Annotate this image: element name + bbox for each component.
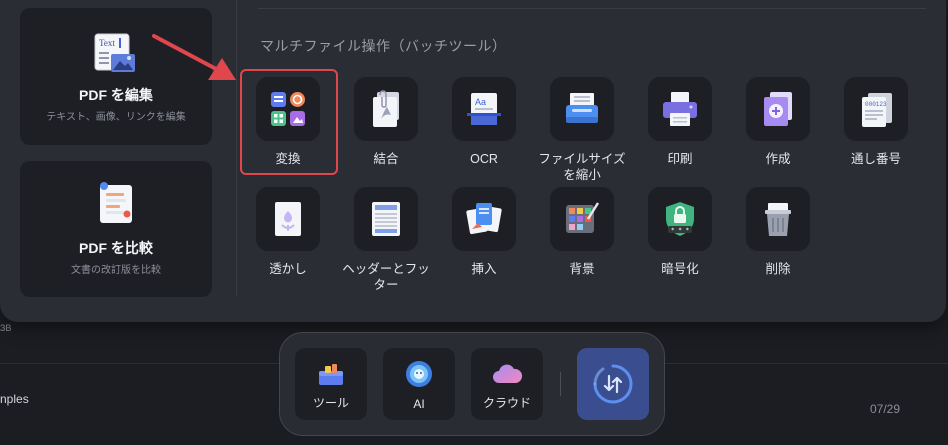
header-footer-icon — [372, 202, 400, 236]
annotation-arrow-icon — [152, 34, 236, 80]
bates-number-icon: 000123 — [862, 93, 892, 127]
svg-text:000123: 000123 — [865, 101, 887, 108]
tool-label: 変換 — [275, 152, 301, 166]
tool-label: 透かし — [269, 262, 307, 276]
delete-icon — [765, 203, 791, 236]
compare-pdf-icon — [96, 181, 136, 232]
ai-button[interactable]: AI — [383, 348, 455, 420]
tool-label: OCR — [470, 152, 498, 166]
edit-pdf-title: PDF を編集 — [79, 87, 153, 103]
tool-convert[interactable]: 変換 — [240, 77, 336, 167]
sync-icon — [593, 364, 633, 404]
list-item-name[interactable]: nples — [0, 392, 29, 406]
tool-encrypt[interactable]: * * * 暗号化 — [632, 187, 728, 277]
tool-label: 暗号化 — [661, 262, 699, 276]
tool-background[interactable]: 背景 — [534, 187, 630, 277]
tools-label: ツール — [312, 396, 349, 410]
tool-ocr[interactable]: Aa OCR — [436, 77, 532, 167]
compare-pdf-card[interactable]: PDF を比較 文書の改訂版を比較 — [20, 161, 212, 297]
batch-process-button[interactable] — [577, 348, 649, 420]
tool-bates-number[interactable]: 000123 通し番号 — [828, 77, 924, 167]
cloud-button[interactable]: クラウド — [471, 348, 543, 420]
cloud-label: クラウド — [482, 396, 531, 410]
tool-create[interactable]: 作成 — [730, 77, 826, 167]
dock-divider — [560, 372, 561, 396]
background-icon — [566, 202, 600, 233]
combine-icon — [373, 90, 399, 127]
tool-label: ファイルサイズを縮小 — [538, 152, 626, 182]
tool-label: ヘッダーとフッター — [342, 262, 430, 292]
ai-label: AI — [413, 397, 425, 411]
svg-text:Aa: Aa — [475, 97, 486, 107]
svg-text:* * *: * * * — [671, 227, 689, 234]
bottom-dock: ツール AI クラウド — [279, 332, 665, 436]
ai-assistant-icon — [406, 361, 432, 387]
compare-pdf-subtitle: 文書の改訂版を比較 — [71, 265, 161, 276]
tool-combine[interactable]: 結合 — [338, 77, 434, 167]
toolbox-icon — [319, 364, 343, 385]
tool-delete[interactable]: 削除 — [730, 187, 826, 277]
watermark-icon — [275, 202, 301, 236]
print-icon — [663, 92, 697, 126]
ocr-icon: Aa — [467, 93, 501, 125]
tool-header-footer[interactable]: ヘッダーとフッター — [338, 187, 434, 293]
tool-insert[interactable]: 挿入 — [436, 187, 532, 277]
edit-pdf-subtitle: テキスト、画像、リンクを編集 — [46, 112, 186, 123]
panel-top-divider — [258, 8, 926, 9]
list-item-date: 07/29 — [870, 402, 901, 416]
cloud-icon — [493, 364, 523, 383]
encrypt-icon: * * * — [666, 202, 694, 236]
edit-pdf-icon: Text — [93, 32, 139, 79]
tool-label: 作成 — [765, 152, 791, 166]
tool-compress[interactable]: ファイルサイズを縮小 — [534, 77, 630, 183]
tool-label: 挿入 — [471, 262, 497, 276]
compare-pdf-title: PDF を比較 — [79, 240, 153, 256]
list-item-size: ЗB — [0, 323, 12, 333]
tool-label: 削除 — [765, 262, 791, 276]
compress-icon — [566, 93, 598, 123]
tool-print[interactable]: 印刷 — [632, 77, 728, 167]
tools-button[interactable]: ツール — [295, 348, 367, 420]
tool-watermark[interactable]: 透かし — [240, 187, 336, 277]
tools-panel: Text PDF を編集 テキスト、画像、リンクを編集 PDF を比較 文書の改… — [0, 0, 946, 322]
insert-icon — [466, 203, 502, 235]
create-icon — [764, 92, 792, 126]
convert-icon — [271, 92, 305, 126]
batch-tools-heading: マルチファイル操作（バッチツール） — [260, 38, 507, 54]
svg-text:Text: Text — [99, 38, 115, 48]
tool-label: 結合 — [373, 152, 399, 166]
tool-label: 通し番号 — [850, 152, 901, 166]
tool-label: 背景 — [569, 262, 595, 276]
tool-label: 印刷 — [667, 152, 693, 166]
